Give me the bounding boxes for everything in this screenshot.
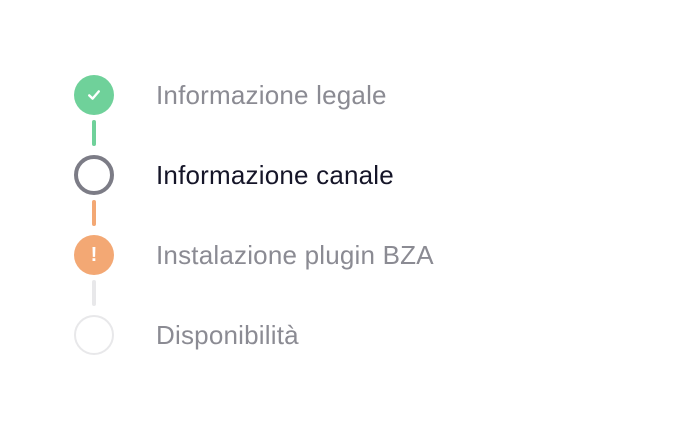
step-informazione-legale[interactable]: Informazione legale bbox=[74, 73, 387, 117]
empty-circle-icon bbox=[74, 315, 114, 355]
step-label: Informazione legale bbox=[156, 79, 387, 110]
step-connector bbox=[92, 200, 96, 226]
step-connector bbox=[92, 120, 96, 146]
step-warning-badge: ! bbox=[74, 235, 114, 275]
step-informazione-canale[interactable]: Informazione canale bbox=[74, 153, 394, 197]
step-label: Instalazione plugin BZA bbox=[156, 239, 434, 270]
onboarding-stepper: Informazione legale Informazione canale … bbox=[0, 0, 678, 436]
step-label: Disponibilità bbox=[156, 319, 299, 350]
step-completed-badge bbox=[74, 75, 114, 115]
step-connector bbox=[92, 280, 96, 306]
step-label: Informazione canale bbox=[156, 159, 394, 190]
check-icon bbox=[88, 90, 100, 100]
step-disponibilita[interactable]: Disponibilità bbox=[74, 313, 299, 357]
step-instalazione-plugin[interactable]: ! Instalazione plugin BZA bbox=[74, 233, 434, 277]
ring-icon bbox=[74, 155, 114, 195]
exclamation-icon: ! bbox=[90, 244, 98, 266]
